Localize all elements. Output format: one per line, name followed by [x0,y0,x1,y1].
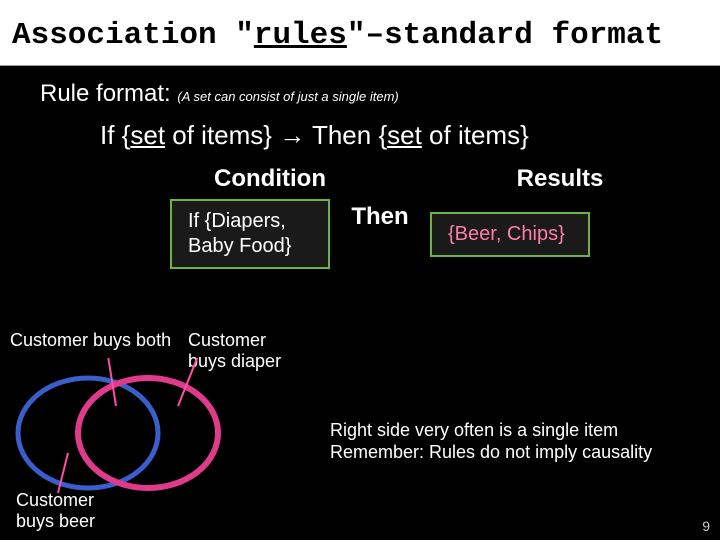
condition-line2: Baby Food} [188,234,312,259]
venn-diagram-area: Customer buys both Customer buys diaper … [8,330,308,530]
rule-set1: set [130,120,165,150]
arrow-icon: → [279,120,305,150]
venn-label-both: Customer buys both [10,330,171,351]
rule-template-line: If {set of items} → Then {set of items} [100,120,720,151]
rule-if: If { [100,120,130,150]
slide-title: Association "rules"–standard format [0,0,720,66]
header-condition: Condition [170,165,370,193]
condition-line1: If {Diapers, [188,209,312,234]
example-row: If {Diapers, Baby Food} Then {Beer, Chip… [170,199,690,269]
rule-format-label: Rule format: [40,80,171,107]
footnotes: Right side very often is a single item R… [330,420,652,463]
header-results: Results [460,165,660,193]
rule-format-note: (A set can consist of just a single item… [177,89,398,104]
rule-then: Then { [305,120,387,150]
condition-box: If {Diapers, Baby Food} [170,199,330,269]
results-box: {Beer, Chips} [430,212,590,257]
venn-left-circle [18,378,158,488]
rule-set2: set [387,120,422,150]
page-number: 9 [702,518,710,534]
venn-svg [8,358,248,498]
example-headers: Condition Results [170,165,670,193]
rule-mid2: of items} [422,120,529,150]
title-pre: Association " [12,18,254,53]
footnote-line1: Right side very often is a single item [330,420,652,442]
then-label: Then [330,203,430,231]
footnote-line2: Remember: Rules do not imply causality [330,442,652,464]
rule-format-line: Rule format: (A set can consist of just … [40,80,720,108]
title-underlined: rules [254,18,347,53]
title-post: "–standard format [347,18,663,53]
venn-label-beer: Customer buys beer [16,490,95,531]
rule-mid1: of items} [165,120,279,150]
venn-right-circle [78,378,218,488]
